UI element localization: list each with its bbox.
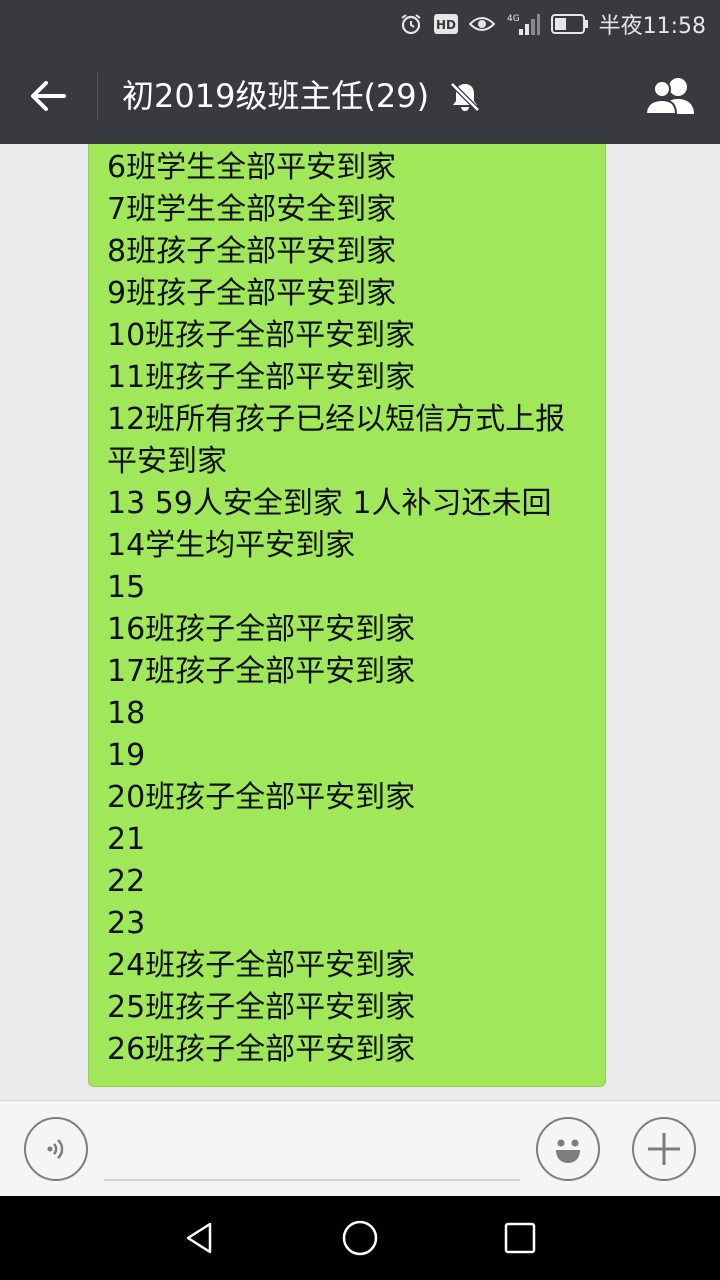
status-icons: HD 4G 半夜11:58 — [399, 0, 706, 48]
voice-icon — [47, 1139, 64, 1159]
message-line: 26班孩子全部平安到家 — [107, 1032, 416, 1067]
message-line: 19 — [107, 738, 146, 773]
message-line: 22 — [107, 864, 146, 899]
nav-back-button[interactable] — [168, 1212, 232, 1264]
message-line: 9班孩子全部平安到家 — [107, 276, 397, 311]
message-line: 14学生均平安到家 — [107, 528, 356, 563]
message-line: 11班孩子全部平安到家 — [107, 360, 416, 395]
mute-bell-icon — [448, 80, 482, 114]
message-bubble[interactable]: 6班学生全部平安到家 7班学生全部安全到家 8班孩子全部平安到家 9班孩子全部平安到家… — [88, 144, 606, 1087]
message-line: 24班孩子全部平安到家 — [107, 948, 416, 983]
message-line: 10班孩子全部平安到家 — [107, 318, 416, 353]
message-input[interactable] — [104, 1121, 520, 1181]
message-line: 15 — [107, 570, 146, 605]
message-line: 13 59人安全到家 1人补习还未回 — [107, 486, 552, 521]
message-line: 6班学生全部平安到家 — [107, 150, 397, 185]
system-nav-bar — [0, 1196, 720, 1280]
battery-icon — [550, 13, 589, 35]
nav-recents-button[interactable] — [488, 1212, 552, 1264]
signal-icon: 4G — [505, 12, 541, 36]
message-line: 23 — [107, 906, 146, 941]
svg-text:HD: HD — [436, 18, 456, 32]
message-line: 25班孩子全部平安到家 — [107, 990, 416, 1025]
message-line: 8班孩子全部平安到家 — [107, 234, 397, 269]
message-line: 平安到家 — [107, 444, 227, 479]
message-line: 7班学生全部安全到家 — [107, 192, 397, 227]
message-line: 20班孩子全部平安到家 — [107, 780, 416, 815]
chat-header: 初2019级班主任(29) — [0, 48, 720, 144]
back-triangle-icon — [186, 1222, 212, 1254]
eye-icon — [468, 14, 495, 34]
input-bar — [0, 1100, 720, 1196]
emoji-icon — [556, 1139, 580, 1163]
message-line: 12班所有孩子已经以短信方式上报 — [107, 402, 566, 437]
message-line: 16班孩子全部平安到家 — [107, 612, 416, 647]
svg-text:4G: 4G — [507, 14, 520, 24]
header-divider — [97, 72, 98, 120]
home-circle-icon — [342, 1220, 378, 1256]
message-line: 17班孩子全部平安到家 — [107, 654, 416, 689]
plus-icon — [648, 1133, 680, 1165]
plus-button[interactable] — [632, 1117, 696, 1181]
recents-square-icon — [504, 1222, 536, 1254]
emoji-button[interactable] — [536, 1117, 600, 1181]
chat-title: 初2019级班主任(29) — [122, 77, 430, 115]
message-text: 6班学生全部平安到家 7班学生全部安全到家 8班孩子全部平安到家 9班孩子全部平安到家… — [107, 147, 597, 1071]
back-arrow-icon — [31, 81, 66, 111]
nav-home-button[interactable] — [328, 1212, 392, 1264]
message-line: 21 — [107, 822, 146, 857]
group-members-button[interactable] — [644, 72, 700, 120]
status-time: 半夜11:58 — [598, 14, 706, 39]
alarm-icon — [399, 12, 423, 36]
back-button[interactable] — [20, 70, 76, 122]
message-line: 18 — [107, 696, 146, 731]
status-bar: HD 4G 半夜11:58 — [0, 0, 720, 48]
hd-icon: HD — [433, 13, 459, 35]
chat-area[interactable]: 6班学生全部平安到家 7班学生全部安全到家 8班孩子全部平安到家 9班孩子全部平安到家… — [0, 144, 720, 1100]
group-members-icon — [644, 78, 694, 115]
voice-button[interactable] — [24, 1117, 88, 1181]
